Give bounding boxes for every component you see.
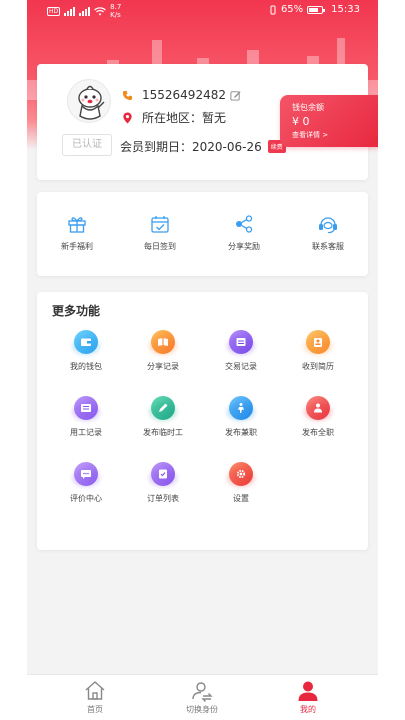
quick-action-label: 新手福利 xyxy=(61,242,93,251)
quick-action-checkin[interactable]: 每日签到 xyxy=(120,214,200,252)
mascot-avatar-icon xyxy=(78,85,105,120)
phone-row: 15526492482 xyxy=(122,88,226,102)
wallet-icon xyxy=(72,330,100,355)
network-speed: 8.7 K/s xyxy=(110,3,122,19)
function-work-records[interactable]: 用工记录 xyxy=(48,396,124,438)
gift-icon xyxy=(68,217,86,233)
function-label: 订单列表 xyxy=(147,494,179,503)
function-settings[interactable]: 设置 xyxy=(203,462,279,504)
phone-number: 15526492482 xyxy=(142,88,226,102)
function-label: 发布临时工 xyxy=(143,428,183,437)
function-label: 评价中心 xyxy=(70,494,102,503)
order-list-icon xyxy=(149,462,177,487)
member-row: 会员到期日：2020-06-26 续费 xyxy=(120,138,286,155)
phone-icon xyxy=(122,90,133,100)
edit-icon[interactable] xyxy=(230,90,241,101)
function-label: 发布全职 xyxy=(302,428,334,437)
verified-badge: 已认证 xyxy=(62,134,112,156)
more-functions-card: 更多功能 我的钱包 分享记录 交易记录 收到简历 用工记录 发布临时工 发布兼职 xyxy=(37,292,368,550)
function-label: 用工记录 xyxy=(70,428,102,437)
status-bar: HD 8.7 K/s 65% 15:33 xyxy=(27,0,378,22)
bottom-tab-bar: 首页 切换身份 我的 xyxy=(27,674,378,720)
location-pin-icon xyxy=(123,111,132,124)
vibrate-icon xyxy=(270,5,276,14)
transaction-icon xyxy=(227,330,255,355)
full-time-icon xyxy=(304,396,332,421)
function-received-resumes[interactable]: 收到简历 xyxy=(280,330,356,372)
function-label: 我的钱包 xyxy=(70,362,102,371)
part-time-icon xyxy=(227,396,255,421)
quick-action-label: 每日签到 xyxy=(144,242,176,251)
function-label: 分享记录 xyxy=(147,362,179,371)
signal-icon-2 xyxy=(79,6,91,16)
function-wallet[interactable]: 我的钱包 xyxy=(48,330,124,372)
right-margin xyxy=(378,0,405,720)
member-expire-date: 会员到期日：2020-06-26 xyxy=(120,140,262,154)
settings-icon xyxy=(227,462,255,487)
function-label: 设置 xyxy=(233,494,249,503)
function-post-full-time[interactable]: 发布全职 xyxy=(280,396,356,438)
avatar[interactable] xyxy=(67,79,111,123)
quick-action-gift[interactable]: 新手福利 xyxy=(37,214,117,252)
function-review-center[interactable]: 评价中心 xyxy=(48,462,124,504)
wallet-amount: ¥ 0 xyxy=(292,115,310,128)
temp-job-icon xyxy=(149,396,177,421)
resume-icon xyxy=(304,330,332,355)
quick-action-label: 联系客服 xyxy=(312,242,344,251)
wallet-detail-link[interactable]: 查看详情 > xyxy=(292,130,378,140)
tab-switch-identity[interactable]: 切换身份 xyxy=(162,679,242,715)
function-label: 交易记录 xyxy=(225,362,257,371)
tab-label: 我的 xyxy=(300,705,316,714)
home-icon xyxy=(85,681,105,700)
quick-action-label: 分享奖励 xyxy=(228,242,260,251)
more-functions-title: 更多功能 xyxy=(52,304,101,318)
battery-percent: 65% xyxy=(280,4,304,15)
wallet-title: 钱包余额 xyxy=(292,103,324,112)
function-share-record[interactable]: 分享记录 xyxy=(125,330,201,372)
quick-action-service[interactable]: 联系客服 xyxy=(288,214,368,252)
function-transactions[interactable]: 交易记录 xyxy=(203,330,279,372)
clock: 15:33 xyxy=(331,4,360,15)
work-record-icon xyxy=(72,396,100,421)
battery-icon xyxy=(307,5,326,14)
user-icon xyxy=(298,681,318,701)
quick-actions-card: 新手福利 每日签到 分享奖励 联系客服 xyxy=(37,192,368,276)
switch-user-icon xyxy=(192,682,213,702)
function-order-list[interactable]: 订单列表 xyxy=(125,462,201,504)
calendar-check-icon xyxy=(151,216,169,233)
signal-icon xyxy=(64,6,76,16)
wifi-icon xyxy=(94,6,106,15)
function-label: 发布兼职 xyxy=(225,428,257,437)
region-text: 所在地区：暂无 xyxy=(142,111,227,125)
left-margin xyxy=(0,0,27,720)
share-icon xyxy=(236,215,253,233)
headset-icon xyxy=(319,217,337,234)
tab-label: 切换身份 xyxy=(186,705,218,714)
comment-icon xyxy=(72,462,100,487)
function-label: 收到简历 xyxy=(302,362,334,371)
quick-action-share[interactable]: 分享奖励 xyxy=(204,214,284,252)
hd-icon: HD xyxy=(47,6,61,16)
wallet-balance-card[interactable]: 钱包余额 ¥ 0 查看详情 > xyxy=(280,95,378,147)
function-post-part-time[interactable]: 发布兼职 xyxy=(203,396,279,438)
app-screen: HD 8.7 K/s 65% 15:33 已认证 15526492482 所在地… xyxy=(27,0,378,720)
tab-mine[interactable]: 我的 xyxy=(268,679,348,715)
tab-home[interactable]: 首页 xyxy=(55,679,135,715)
region-row: 所在地区：暂无 xyxy=(122,109,226,126)
share-record-icon xyxy=(149,330,177,355)
function-post-temp-job[interactable]: 发布临时工 xyxy=(125,396,201,438)
tab-label: 首页 xyxy=(87,705,103,714)
